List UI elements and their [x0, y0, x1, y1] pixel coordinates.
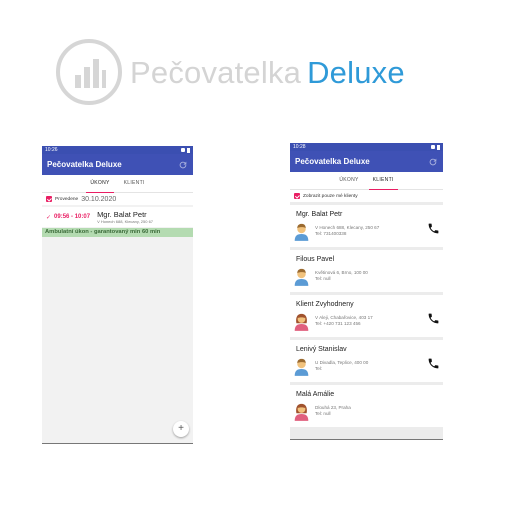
client-phone: Tel: null: [315, 411, 331, 416]
male-avatar-icon: [294, 358, 309, 376]
tab-ukony[interactable]: ÚKONY: [335, 172, 362, 190]
phone-klienti-screen: 10:28 Pečovatelka Deluxe ÚKONY KLIENTI Z…: [290, 143, 443, 440]
status-time: 10:26: [45, 147, 58, 153]
tab-ukony[interactable]: ÚKONY: [86, 175, 114, 193]
app-bar: Pečovatelka Deluxe: [290, 151, 443, 172]
status-icons: [181, 147, 190, 153]
refresh-icon[interactable]: [178, 160, 188, 170]
done-checkbox[interactable]: [46, 196, 52, 202]
client-card[interactable]: Malá Amálie Dlouhá 23, Praha Tel: null: [290, 385, 443, 427]
client-address: V Honech 688, Klecany, 250 67: [315, 225, 380, 230]
hero-edition: Deluxe: [307, 54, 405, 90]
client-address: V Aleji, Chabařovice, 403 17: [315, 315, 373, 320]
visit-client: Mgr. Balat Petr V Honech 688, Klecany, 2…: [97, 210, 153, 224]
status-time: 10:28: [293, 144, 306, 150]
client-phone: Tel: +420 731 123 456: [315, 321, 361, 326]
male-avatar-icon: [294, 223, 309, 241]
client-name: Mgr. Balat Petr: [296, 211, 343, 218]
female-avatar-icon: [294, 313, 309, 331]
tab-klienti[interactable]: KLIENTI: [368, 172, 398, 190]
battery-icon: [187, 147, 190, 153]
phone-icon[interactable]: [427, 222, 440, 235]
battery-icon: [437, 144, 440, 150]
my-clients-checkbox[interactable]: [294, 193, 300, 199]
male-avatar-icon: [294, 268, 309, 286]
status-bar: 10:28: [290, 143, 443, 151]
client-address: U Divadla, Teplice, 400 00: [315, 360, 369, 365]
hero-logo: Pečovatelka Deluxe: [54, 36, 405, 108]
phone-icon[interactable]: [427, 312, 440, 325]
app-title: Pečovatelka Deluxe: [295, 157, 370, 166]
client-address: Dlouhá 23, Praha: [315, 405, 351, 410]
client-phone: Tel: 731400338: [315, 231, 347, 236]
client-phone: Tel:: [315, 366, 323, 371]
refresh-icon[interactable]: [428, 157, 438, 167]
client-address: Květinová 6, Brno, 100 00: [315, 270, 368, 275]
service-label: Ambulatní úkon - garantovaný min 60 min: [42, 228, 193, 237]
add-button[interactable]: +: [173, 421, 189, 437]
tab-bar: ÚKONY KLIENTI: [290, 172, 443, 190]
signal-icon: [181, 148, 185, 152]
client-name: Filous Pavel: [296, 256, 335, 263]
check-icon: ✓: [46, 214, 52, 221]
hero-brand: Pečovatelka: [130, 54, 302, 90]
client-name: Malá Amálie: [296, 391, 335, 398]
client-card[interactable]: Klient Zvyhodneny V Aleji, Chabařovice, …: [290, 295, 443, 337]
app-title: Pečovatelka Deluxe: [47, 160, 122, 169]
visit-client-address: V Honech 688, Klecany, 250 67: [97, 219, 154, 224]
client-name: Lenivý Stanislav: [296, 346, 347, 353]
filter-row: Provedene 30.10.2020: [42, 193, 193, 205]
visit-client-name: Mgr. Balat Petr: [97, 210, 147, 219]
client-name: Klient Zvyhodneny: [296, 301, 354, 308]
status-icons: [431, 144, 440, 150]
signal-icon: [431, 145, 435, 149]
filter-label: Zobrazit pouze mé klienty: [303, 193, 358, 199]
date-picker[interactable]: 30.10.2020: [81, 196, 116, 203]
app-bar: Pečovatelka Deluxe: [42, 154, 193, 175]
tab-bar: ÚKONY KLIENTI: [42, 175, 193, 193]
visit-time: 09:56 - 10:07: [54, 214, 91, 220]
client-card[interactable]: Lenivý Stanislav U Divadla, Teplice, 400…: [290, 340, 443, 382]
visit-list-item[interactable]: ✓ 09:56 - 10:07 Mgr. Balat Petr V Honech…: [42, 207, 193, 227]
client-phone: Tel: null: [315, 276, 331, 281]
client-card[interactable]: Filous Pavel Květinová 6, Brno, 100 00 T…: [290, 250, 443, 292]
filter-label: Provedene: [55, 196, 79, 202]
status-bar: 10:26: [42, 146, 193, 154]
phone-icon[interactable]: [427, 357, 440, 370]
filter-row: Zobrazit pouze mé klienty: [290, 190, 443, 202]
phone-ukony-screen: 10:26 Pečovatelka Deluxe ÚKONY KLIENTI P…: [42, 146, 193, 444]
female-avatar-icon: [294, 403, 309, 421]
client-card[interactable]: Mgr. Balat Petr V Honech 688, Klecany, 2…: [290, 205, 443, 247]
tab-klienti[interactable]: KLIENTI: [120, 175, 149, 193]
bar-chart-logo-icon: [56, 39, 122, 105]
hero-title: Pečovatelka Deluxe: [130, 57, 405, 88]
